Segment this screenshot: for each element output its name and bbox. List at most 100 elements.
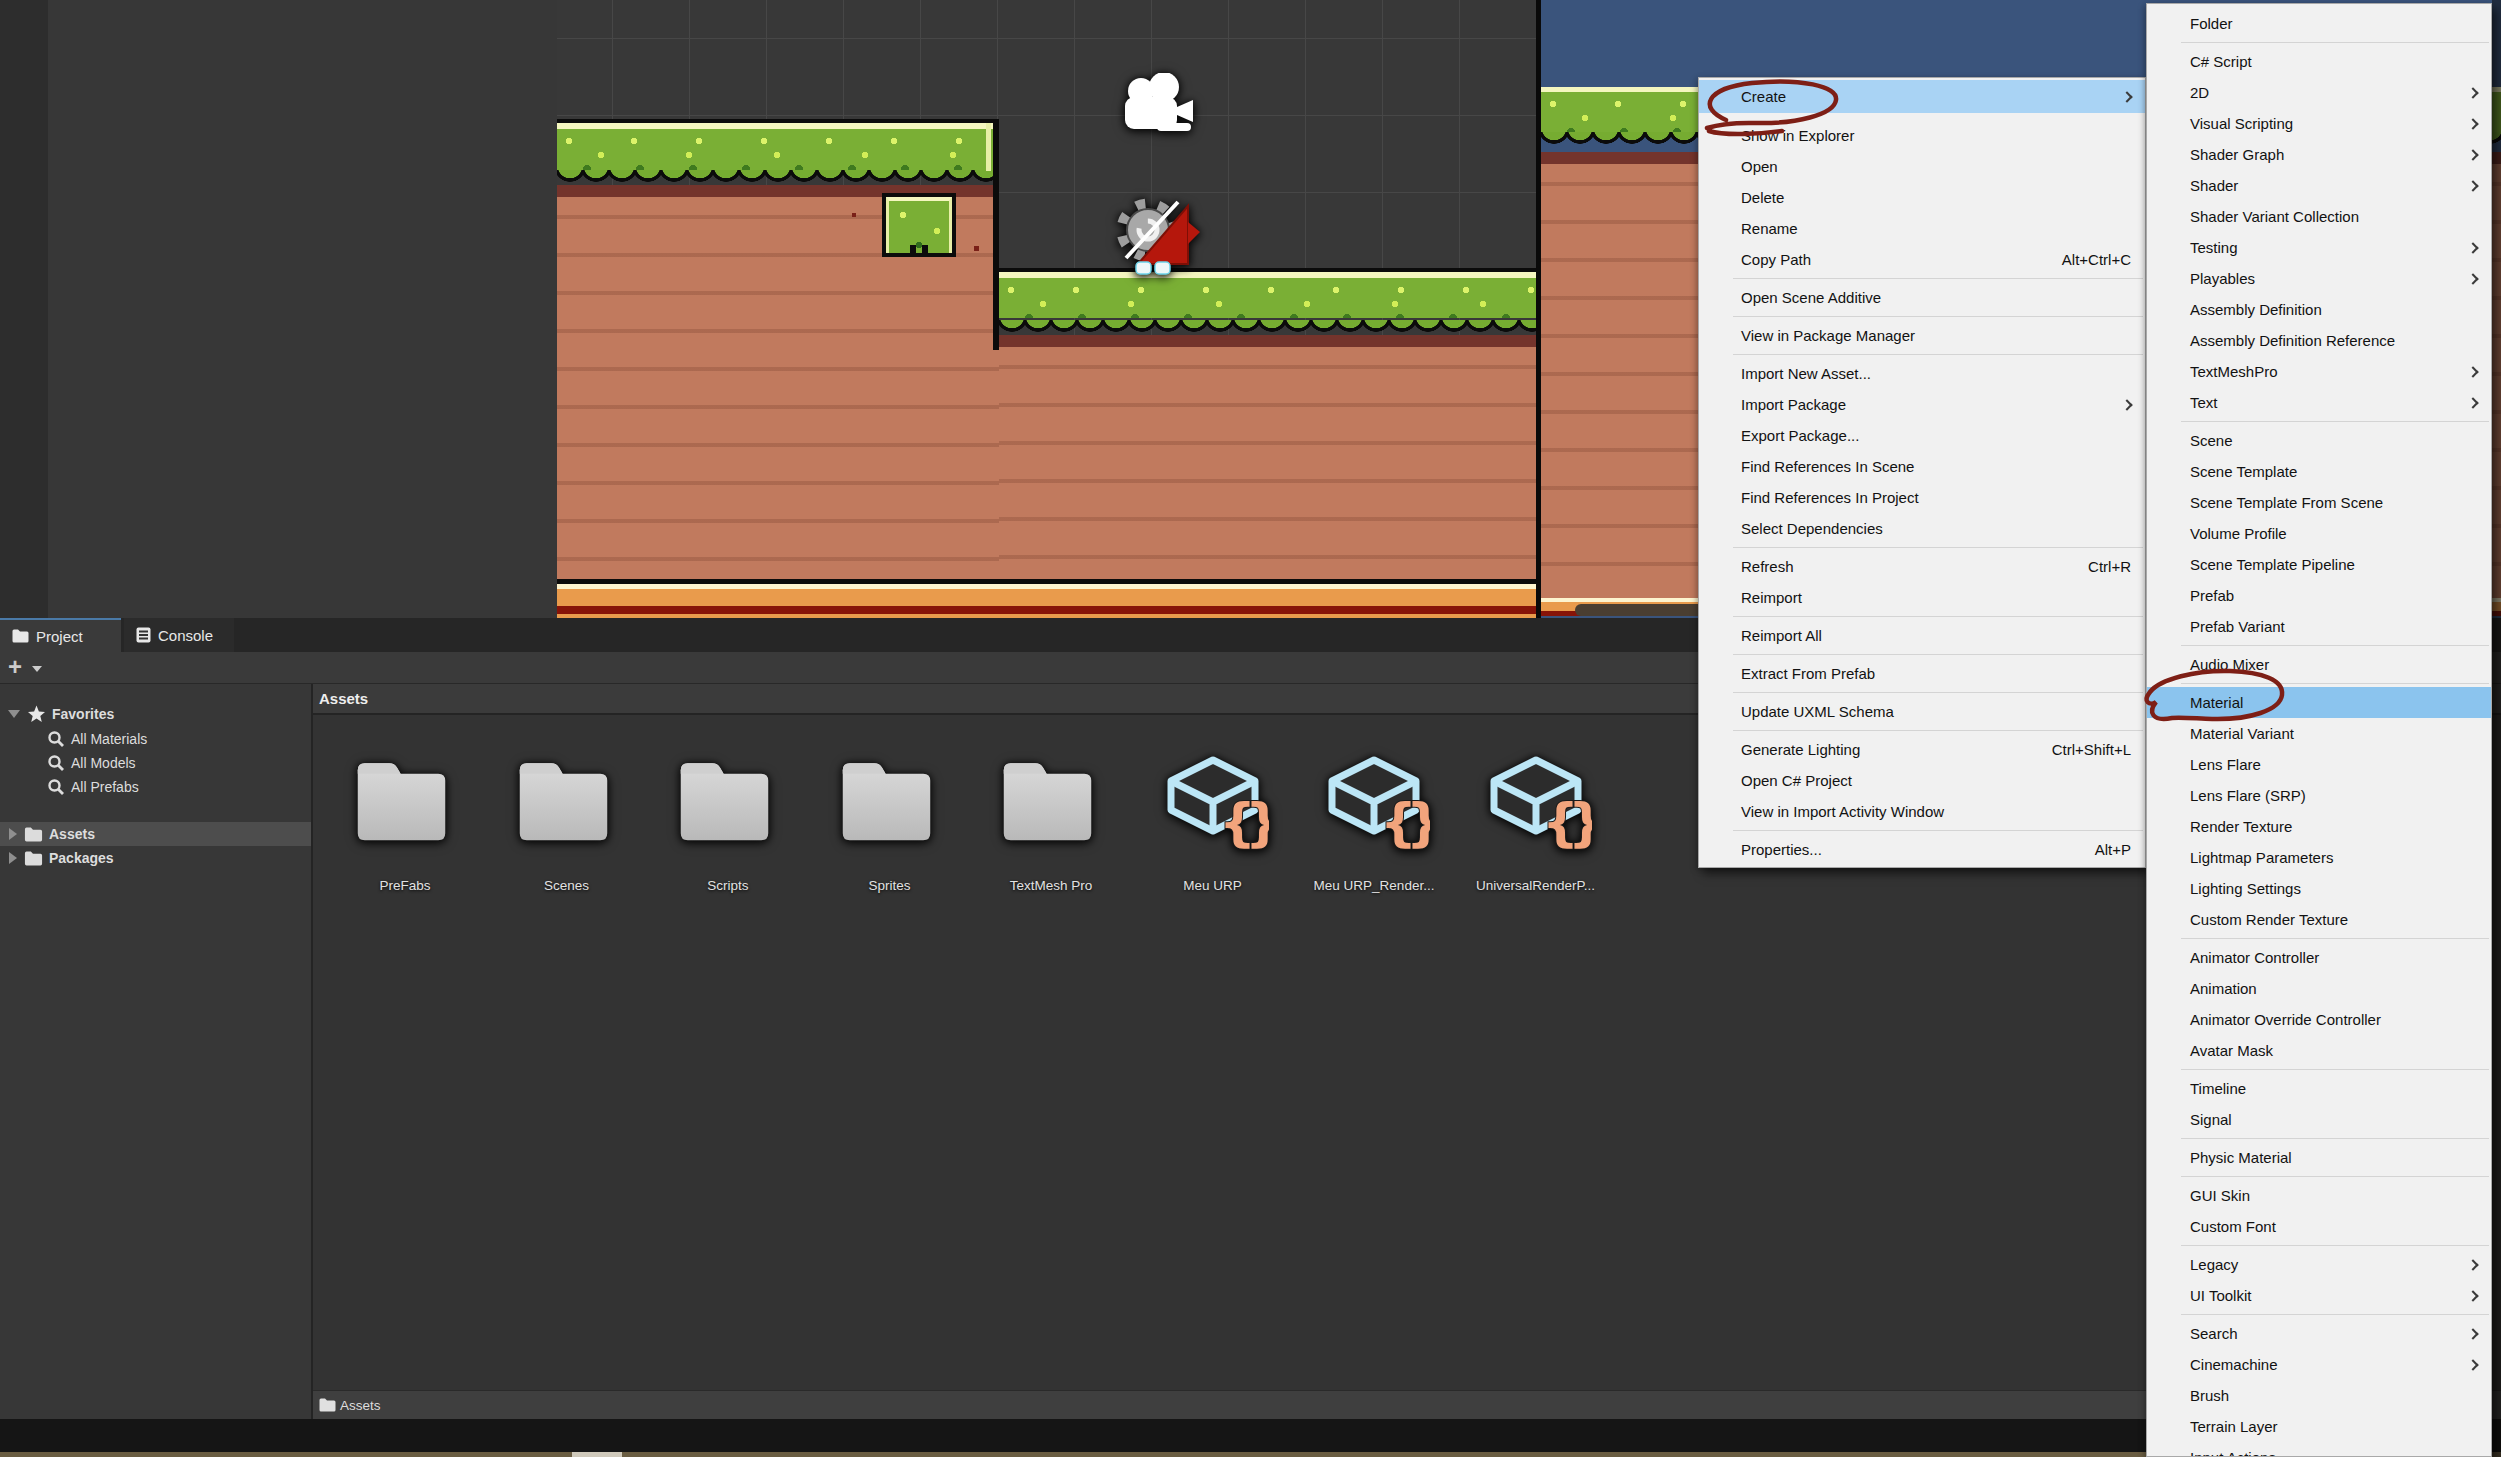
menu-item-view-in-package-manager[interactable]: View in Package Manager xyxy=(1699,320,2145,351)
menu-item-animator-controller[interactable]: Animator Controller xyxy=(2147,942,2491,973)
asset-item-scripts[interactable]: Scripts xyxy=(653,748,803,908)
menu-item-material[interactable]: Material xyxy=(2147,687,2491,718)
menu-item-testing[interactable]: Testing xyxy=(2147,232,2491,263)
menu-item-prefab[interactable]: Prefab xyxy=(2147,580,2491,611)
menu-item-update-uxml-schema[interactable]: Update UXML Schema xyxy=(1699,696,2145,727)
menu-item-legacy[interactable]: Legacy xyxy=(2147,1249,2491,1280)
menu-item-reimport[interactable]: Reimport xyxy=(1699,582,2145,613)
menu-item-animation[interactable]: Animation xyxy=(2147,973,2491,1004)
menu-item-folder[interactable]: Folder xyxy=(2147,8,2491,39)
menu-item-select-dependencies[interactable]: Select Dependencies xyxy=(1699,513,2145,544)
tab-project[interactable]: Project xyxy=(0,618,121,652)
tree-item-all-materials[interactable]: All Materials xyxy=(0,727,311,751)
menu-separator xyxy=(2147,1242,2491,1249)
tree-item-all-models[interactable]: All Models xyxy=(0,751,311,775)
menu-item-volume-profile[interactable]: Volume Profile xyxy=(2147,518,2491,549)
menu-item-textmeshpro[interactable]: TextMeshPro xyxy=(2147,356,2491,387)
menu-item-physic-material[interactable]: Physic Material xyxy=(2147,1142,2491,1173)
menu-item-timeline[interactable]: Timeline xyxy=(2147,1073,2491,1104)
menu-item-audio-mixer[interactable]: Audio Mixer xyxy=(2147,649,2491,680)
menu-item-show-in-explorer[interactable]: Show in Explorer xyxy=(1699,120,2145,151)
menu-item-import-package[interactable]: Import Package xyxy=(1699,389,2145,420)
disclosure-triangle-icon[interactable] xyxy=(9,852,17,864)
asset-item-textmesh-pro[interactable]: TextMesh Pro xyxy=(976,748,1126,908)
player-icon[interactable] xyxy=(1110,192,1202,276)
menu-item-properties[interactable]: Properties...Alt+P xyxy=(1699,834,2145,865)
menu-item-label: Scene Template Pipeline xyxy=(2190,556,2477,573)
menu-item-avatar-mask[interactable]: Avatar Mask xyxy=(2147,1035,2491,1066)
add-asset-button[interactable]: + xyxy=(8,652,22,682)
menu-item-open[interactable]: Open xyxy=(1699,151,2145,182)
asset-item-sprites[interactable]: Sprites xyxy=(815,748,965,908)
menu-item-ui-toolkit[interactable]: UI Toolkit xyxy=(2147,1280,2491,1311)
menu-item-lightmap-parameters[interactable]: Lightmap Parameters xyxy=(2147,842,2491,873)
scene-view[interactable] xyxy=(557,0,1536,618)
disclosure-triangle-icon[interactable] xyxy=(8,710,20,718)
menu-item-export-package[interactable]: Export Package... xyxy=(1699,420,2145,451)
asset-item-meu-urp[interactable]: {}Meu URP xyxy=(1138,748,1288,908)
menu-item-gui-skin[interactable]: GUI Skin xyxy=(2147,1180,2491,1211)
menu-item-extract-from-prefab[interactable]: Extract From Prefab xyxy=(1699,658,2145,689)
menu-item-label: Open Scene Additive xyxy=(1741,289,2131,306)
menu-item-playables[interactable]: Playables xyxy=(2147,263,2491,294)
menu-item-animator-override-controller[interactable]: Animator Override Controller xyxy=(2147,1004,2491,1035)
menu-item-view-in-import-activity-window[interactable]: View in Import Activity Window xyxy=(1699,796,2145,827)
menu-item-shader[interactable]: Shader xyxy=(2147,170,2491,201)
menu-item-material-variant[interactable]: Material Variant xyxy=(2147,718,2491,749)
menu-item-create[interactable]: Create xyxy=(1699,80,2145,113)
menu-item-rename[interactable]: Rename xyxy=(1699,213,2145,244)
asset-item-scenes[interactable]: Scenes xyxy=(492,748,642,908)
menu-item-delete[interactable]: Delete xyxy=(1699,182,2145,213)
menu-item-lighting-settings[interactable]: Lighting Settings xyxy=(2147,873,2491,904)
menu-item-c-script[interactable]: C# Script xyxy=(2147,46,2491,77)
menu-item-find-references-in-project[interactable]: Find References In Project xyxy=(1699,482,2145,513)
menu-item-signal[interactable]: Signal xyxy=(2147,1104,2491,1135)
menu-item-custom-render-texture[interactable]: Custom Render Texture xyxy=(2147,904,2491,935)
menu-item-open-c-project[interactable]: Open C# Project xyxy=(1699,765,2145,796)
camera-icon[interactable] xyxy=(1113,73,1199,139)
menu-item-find-references-in-scene[interactable]: Find References In Scene xyxy=(1699,451,2145,482)
menu-item-lens-flare-srp[interactable]: Lens Flare (SRP) xyxy=(2147,780,2491,811)
menu-item-brush[interactable]: Brush xyxy=(2147,1380,2491,1411)
menu-item-scene-template[interactable]: Scene Template xyxy=(2147,456,2491,487)
menu-item-label: View in Package Manager xyxy=(1741,327,2131,344)
tab-console[interactable]: Console xyxy=(124,618,234,652)
asset-item-meu-urp-render[interactable]: {}Meu URP_Render... xyxy=(1299,748,1449,908)
menu-item-label: Assembly Definition Reference xyxy=(2190,332,2477,349)
menu-item-2d[interactable]: 2D xyxy=(2147,77,2491,108)
menu-item-visual-scripting[interactable]: Visual Scripting xyxy=(2147,108,2491,139)
menu-item-shader-graph[interactable]: Shader Graph xyxy=(2147,139,2491,170)
menu-item-shader-variant-collection[interactable]: Shader Variant Collection xyxy=(2147,201,2491,232)
menu-item-refresh[interactable]: RefreshCtrl+R xyxy=(1699,551,2145,582)
assets-header-label: Assets xyxy=(319,690,368,707)
tree-item-all-prefabs[interactable]: All Prefabs xyxy=(0,775,311,799)
asset-item-prefabs[interactable]: PreFabs xyxy=(330,748,480,908)
menu-item-scene-template-from-scene[interactable]: Scene Template From Scene xyxy=(2147,487,2491,518)
menu-item-custom-font[interactable]: Custom Font xyxy=(2147,1211,2491,1242)
disclosure-triangle-icon[interactable] xyxy=(9,828,17,840)
tree-item-assets[interactable]: Assets xyxy=(0,822,311,846)
chevron-down-icon[interactable] xyxy=(32,666,42,672)
tree-item-favorites[interactable]: Favorites xyxy=(0,702,311,726)
menu-item-render-texture[interactable]: Render Texture xyxy=(2147,811,2491,842)
menu-item-prefab-variant[interactable]: Prefab Variant xyxy=(2147,611,2491,642)
menu-item-open-scene-additive[interactable]: Open Scene Additive xyxy=(1699,282,2145,313)
menu-item-text[interactable]: Text xyxy=(2147,387,2491,418)
menu-item-scene[interactable]: Scene xyxy=(2147,425,2491,456)
asset-item-universalrenderp[interactable]: {}UniversalRenderP... xyxy=(1461,748,1611,908)
menu-item-generate-lighting[interactable]: Generate LightingCtrl+Shift+L xyxy=(1699,734,2145,765)
menu-item-assembly-definition-reference[interactable]: Assembly Definition Reference xyxy=(2147,325,2491,356)
menu-item-terrain-layer[interactable]: Terrain Layer xyxy=(2147,1411,2491,1442)
menu-item-copy-path[interactable]: Copy PathAlt+Ctrl+C xyxy=(1699,244,2145,275)
menu-item-input-actions[interactable]: Input Actions xyxy=(2147,1442,2491,1457)
menu-item-reimport-all[interactable]: Reimport All xyxy=(1699,620,2145,651)
menu-item-lens-flare[interactable]: Lens Flare xyxy=(2147,749,2491,780)
menu-item-assembly-definition[interactable]: Assembly Definition xyxy=(2147,294,2491,325)
menu-item-import-new-asset[interactable]: Import New Asset... xyxy=(1699,358,2145,389)
menu-item-search[interactable]: Search xyxy=(2147,1318,2491,1349)
menu-item-label: Avatar Mask xyxy=(2190,1042,2477,1059)
menu-separator xyxy=(1699,275,2145,282)
tree-item-packages[interactable]: Packages xyxy=(0,846,311,870)
menu-item-cinemachine[interactable]: Cinemachine xyxy=(2147,1349,2491,1380)
menu-item-scene-template-pipeline[interactable]: Scene Template Pipeline xyxy=(2147,549,2491,580)
